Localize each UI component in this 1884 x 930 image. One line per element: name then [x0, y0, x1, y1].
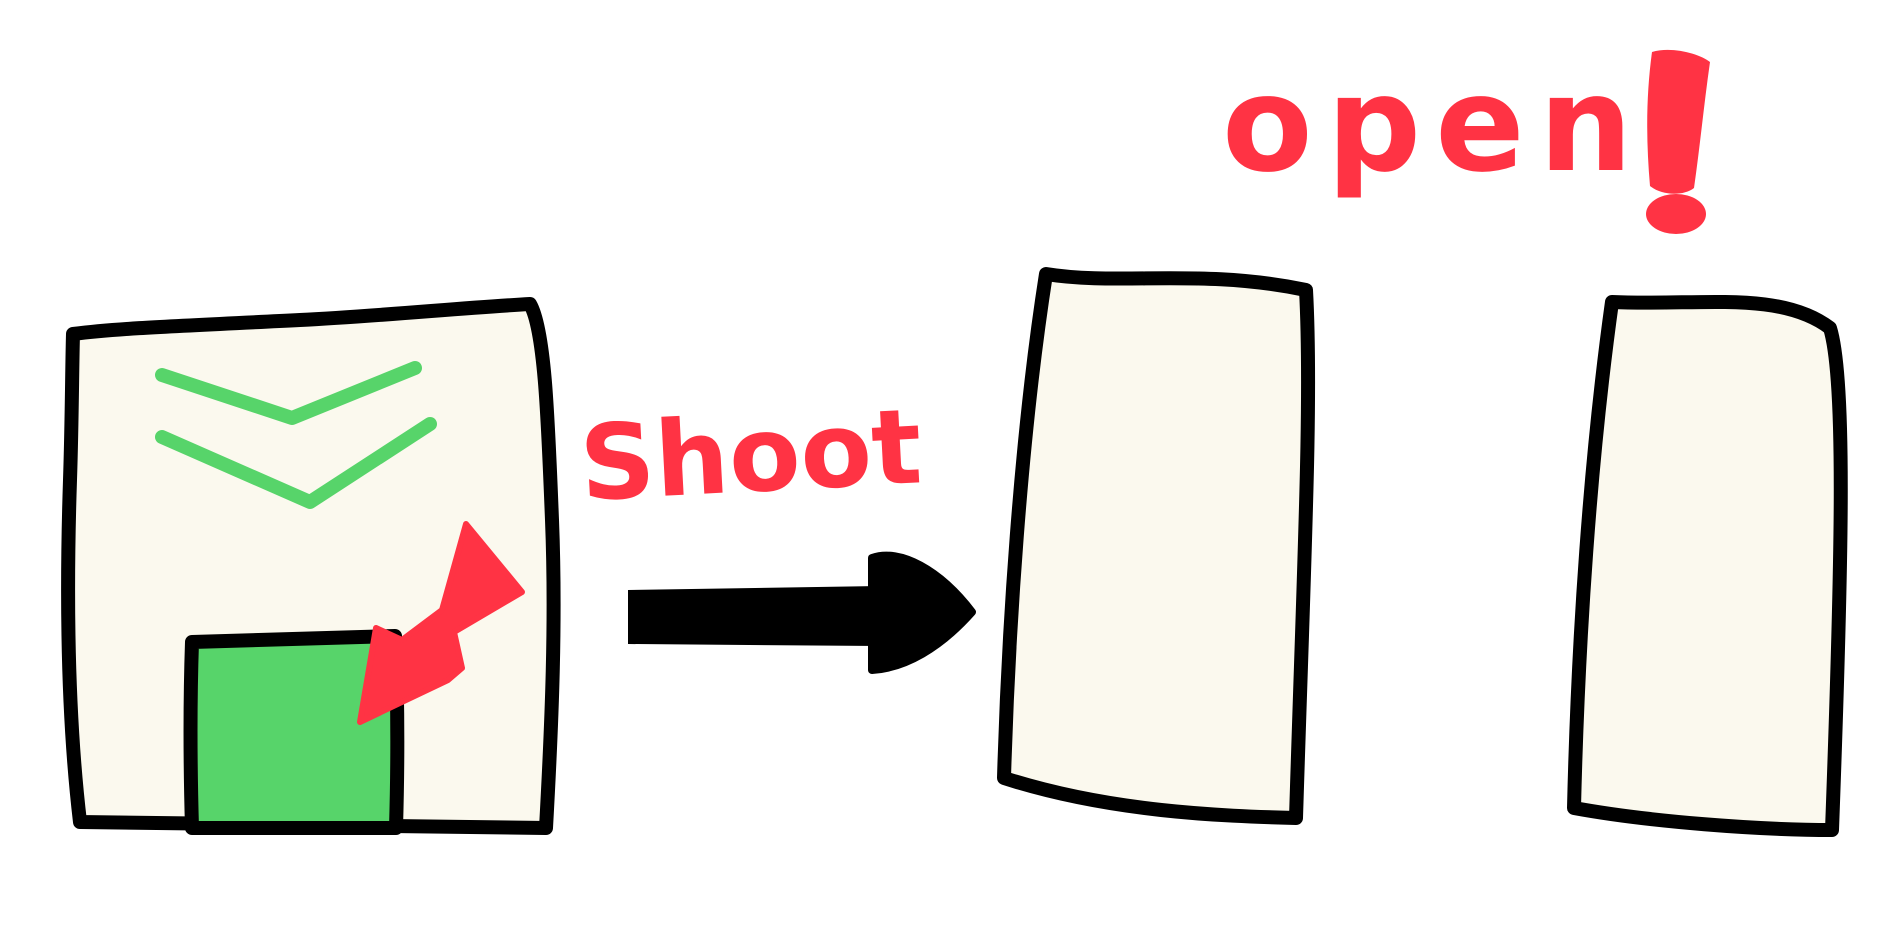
black-arrow-icon [628, 551, 976, 674]
diagram-canvas: Shoot open [61, 48, 1848, 837]
black-arrow-head [868, 551, 976, 674]
open-door-left-panel [997, 267, 1316, 825]
green-target-square [183, 629, 405, 835]
exclamation-bar [1647, 49, 1710, 194]
open-door-right-panel [1567, 294, 1848, 837]
open-label: open [1222, 48, 1647, 202]
closed-door [61, 297, 561, 835]
black-arrow-shaft [628, 586, 880, 646]
exclamation-dot [1646, 194, 1706, 234]
shoot-label: Shoot [577, 385, 924, 525]
open-door [997, 267, 1848, 837]
red-exclamation-icon [1646, 49, 1710, 234]
